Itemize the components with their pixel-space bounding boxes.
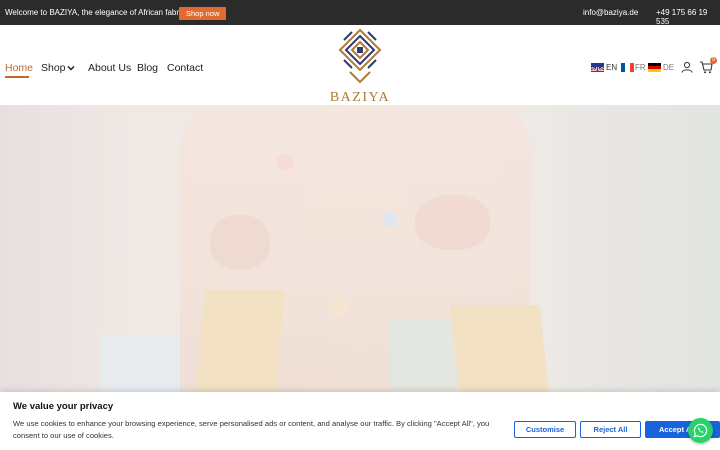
language-fr[interactable]: FR bbox=[635, 63, 646, 72]
baziya-logo-icon[interactable] bbox=[336, 28, 384, 86]
language-de[interactable]: DE bbox=[663, 63, 674, 72]
shop-now-button[interactable]: Shop now bbox=[179, 7, 227, 20]
language-en[interactable]: EN bbox=[606, 63, 617, 72]
customise-button[interactable]: Customise bbox=[514, 421, 576, 438]
welcome-message: Welcome to BAZIYA, the elegance of Afric… bbox=[5, 8, 185, 17]
cookie-description: We use cookies to enhance your browsing … bbox=[13, 419, 490, 440]
nav-home[interactable]: Home bbox=[5, 62, 33, 74]
contact-email-link[interactable]: info@baziya.de bbox=[583, 8, 638, 17]
nav-blog[interactable]: Blog bbox=[137, 62, 158, 74]
whatsapp-icon bbox=[693, 423, 708, 438]
france-flag-icon[interactable] bbox=[621, 63, 634, 72]
hero-banner-image bbox=[0, 105, 720, 392]
nav-shop[interactable]: Shop bbox=[41, 62, 66, 74]
whatsapp-chat-button[interactable] bbox=[688, 418, 713, 443]
cookie-title: We value your privacy bbox=[13, 401, 114, 412]
cookie-consent-banner: We value your privacy We use cookies to … bbox=[0, 392, 720, 450]
hero-overlay bbox=[0, 105, 720, 392]
active-nav-indicator bbox=[5, 76, 29, 78]
contact-phone-link[interactable]: +49 175 66 19 535 bbox=[656, 8, 720, 26]
cart-count-badge: 0 bbox=[710, 57, 717, 64]
reject-all-button[interactable]: Reject All bbox=[580, 421, 641, 438]
site-header: Home Shop About Us Blog Contact BAZIYA É… bbox=[0, 25, 720, 109]
nav-about-us[interactable]: About Us bbox=[88, 62, 131, 74]
logo-wordmark[interactable]: BAZIYA bbox=[322, 90, 398, 106]
top-announcement-bar: Welcome to BAZIYA, the elegance of Afric… bbox=[0, 0, 720, 26]
germany-flag-icon[interactable] bbox=[648, 63, 661, 72]
uk-flag-icon[interactable] bbox=[591, 63, 604, 72]
user-icon[interactable] bbox=[681, 61, 693, 73]
nav-contact[interactable]: Contact bbox=[167, 62, 203, 74]
chevron-down-icon[interactable] bbox=[66, 63, 76, 73]
